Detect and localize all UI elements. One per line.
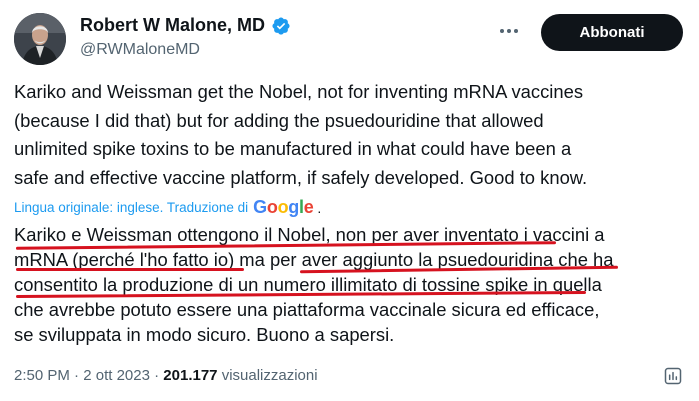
subscribe-button[interactable]: Abbonati (541, 14, 683, 51)
avatar-image (14, 13, 66, 65)
verified-badge-icon (272, 16, 290, 35)
analytics-icon[interactable] (663, 366, 683, 386)
tweet-line: safe and effective vaccine platform, if … (14, 166, 588, 188)
meta-separator: · (74, 367, 80, 384)
tweet-line: (because I did that) but for adding the … (14, 109, 544, 131)
tweet-text: Kariko and Weissman get the Nobel, not f… (14, 78, 694, 192)
translation-suffix: . (317, 199, 322, 216)
google-logo[interactable]: Google (253, 197, 314, 218)
tweet-line: unlimited spike toxins to be manufacture… (14, 138, 572, 159)
author-name-row[interactable]: Robert W Malone, MD (80, 15, 291, 36)
tweet-line: Kariko and Weissman get the Nobel, not f… (14, 81, 584, 102)
view-count-label: visualizzazioni (221, 367, 318, 384)
tweet-meta: 2:50 PM · 2 ott 2023 · 201.177 visualizz… (14, 367, 318, 384)
translation-label[interactable]: Lingua originale: inglese. Traduzione di (14, 200, 248, 215)
tweet-date[interactable]: 2 ott 2023 (83, 367, 150, 384)
avatar[interactable] (14, 13, 66, 65)
more-options-icon[interactable] (496, 21, 522, 41)
translated-line: se sviluppata in modo sicuro. Buono a sa… (14, 324, 395, 345)
author-name[interactable]: Robert W Malone, MD (80, 15, 265, 36)
view-count: 201.177 (163, 367, 218, 384)
meta-separator: · (154, 367, 160, 384)
author-handle[interactable]: @RWMaloneMD (80, 41, 200, 59)
tweet-time[interactable]: 2:50 PM (14, 367, 70, 384)
translated-line: che avrebbe potuto essere una piattaform… (14, 299, 600, 320)
highlight-underline (16, 268, 244, 271)
translated-text: Kariko e Weissman ottengono il Nobel, no… (14, 222, 694, 347)
translation-attribution[interactable]: Lingua originale: inglese. Traduzione di… (14, 197, 321, 218)
